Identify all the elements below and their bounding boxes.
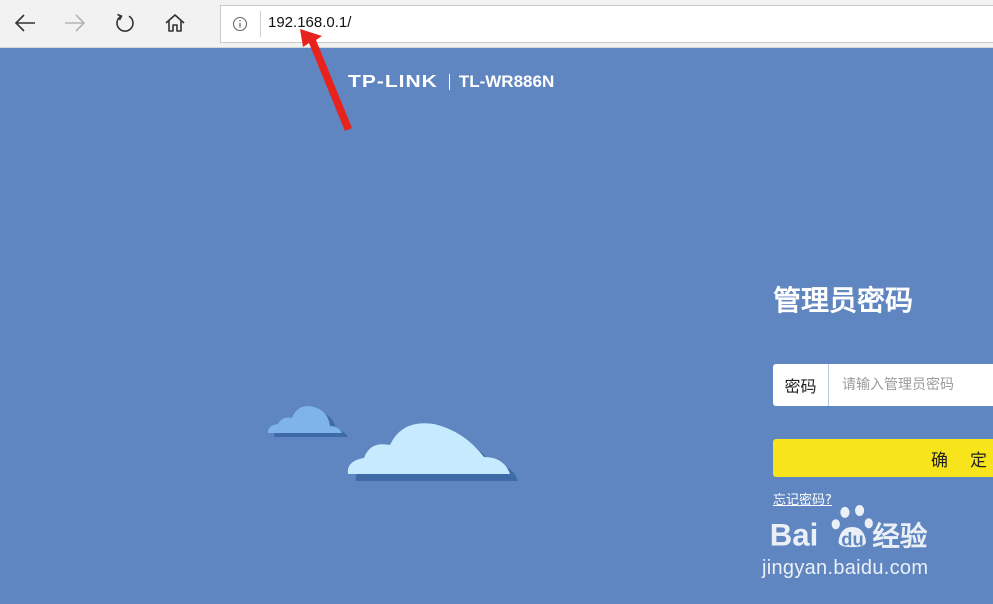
brand-divider [448,74,450,90]
clouds-illustration [268,406,518,481]
refresh-button[interactable] [109,8,141,38]
back-button[interactable] [9,8,41,38]
password-input[interactable] [830,364,993,406]
watermark-url: jingyan.baidu.com [762,557,929,579]
arrow-left-icon [14,14,35,32]
address-bar-divider [260,11,261,37]
baidu-jingyan-logo: Bai du 经验 [770,505,928,549]
refresh-icon [116,13,134,32]
info-icon[interactable] [231,15,249,33]
confirm-button[interactable]: 确定 [773,439,993,477]
password-field: 密码 [773,364,993,406]
arrow-right-icon [65,14,86,32]
home-icon [165,14,185,32]
forward-button[interactable] [59,8,91,38]
password-label: 密码 [773,364,829,406]
browser-toolbar: 192.168.0.1/ [0,0,993,48]
svg-text:经验: 经验 [872,520,927,549]
url-text[interactable]: 192.168.0.1/ [268,13,351,33]
svg-text:du: du [841,528,863,549]
router-model: TL-WR886N [458,72,555,91]
home-button[interactable] [159,8,191,38]
tp-link-logo: TP-LINK [348,71,438,92]
brand-header: TP-LINK TL-WR886N [348,70,554,94]
login-title: 管理员密码 [773,284,914,317]
baidu-jingyan-watermark: Bai du 经验 jingyan.baidu.com [760,505,990,595]
svg-text:Bai: Bai [770,517,818,549]
address-bar[interactable]: 192.168.0.1/ [220,5,993,43]
